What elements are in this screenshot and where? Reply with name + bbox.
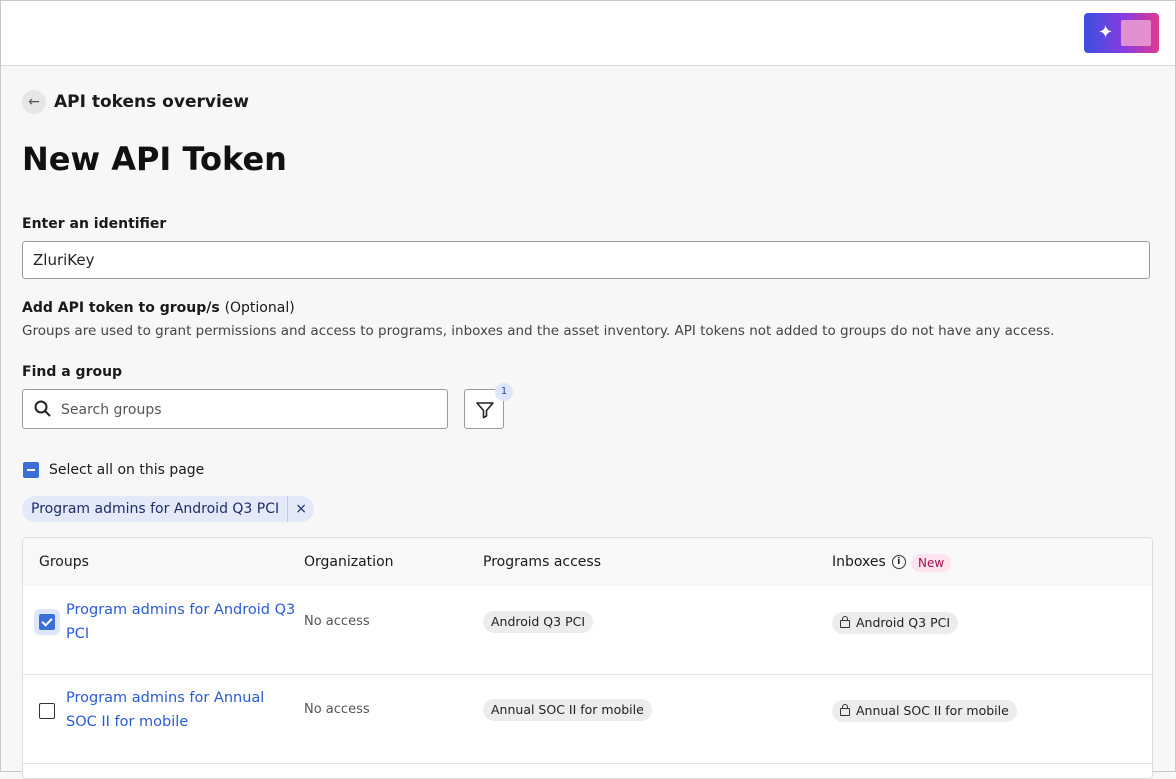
group-search-box[interactable] [22,389,448,429]
table-row: Program admins for Android Q3 PCI No acc… [23,586,1152,675]
groups-section-title: Add API token to group/s [22,300,220,316]
row-checkbox[interactable] [39,614,55,630]
identifier-label: Enter an identifier [22,216,167,232]
breadcrumb[interactable]: API tokens overview [54,92,249,112]
organization-access: No access [304,702,370,717]
col-groups: Groups [39,554,89,570]
ai-assistant-button[interactable]: ✦ [1084,13,1159,53]
identifier-input[interactable] [22,241,1150,279]
select-all-checkbox[interactable] [23,462,39,478]
chip-remove-icon[interactable]: × [288,496,314,522]
group-link[interactable]: Program admins for Annual SOC II for mob… [66,686,296,734]
inbox-pill: Android Q3 PCI [832,612,959,634]
col-inboxes: Inboxes i [832,554,906,570]
selected-group-chip: Program admins for Android Q3 PCI × [22,496,315,522]
lock-icon [840,704,850,716]
sparkles-icon: ✦ [1098,22,1114,43]
inbox-pill-label: Annual SOC II for mobile [856,703,1009,718]
program-pill: Android Q3 PCI [483,611,594,633]
search-groups-input[interactable] [59,391,443,429]
table-header: Groups Organization Programs access Inbo… [23,538,1152,586]
col-inboxes-label: Inboxes [832,554,886,570]
back-arrow-icon[interactable]: ← [22,90,46,114]
filter-count-badge: 1 [495,383,513,401]
col-organization: Organization [304,554,394,570]
col-programs-access: Programs access [483,554,601,570]
search-icon [34,400,51,417]
table-row: Program admins for Annual SOC II for mob… [23,675,1152,764]
find-group-label: Find a group [22,364,123,380]
filter-icon [476,402,494,419]
redacted-area [1121,20,1151,46]
groups-help-text: Groups are used to grant permissions and… [22,323,1055,339]
group-link[interactable]: Program admins for Android Q3 PCI [66,598,296,646]
row-checkbox[interactable] [39,703,55,719]
new-badge: New [911,554,952,572]
lock-icon [840,616,850,628]
groups-table: Groups Organization Programs access Inbo… [22,537,1153,779]
top-bar: ✦ [1,1,1175,66]
inbox-pill-label: Android Q3 PCI [856,615,951,630]
chip-label: Program admins for Android Q3 PCI [22,496,289,522]
program-pill: Annual SOC II for mobile [483,699,652,721]
groups-section-label: Add API token to group/s (Optional) [22,300,295,316]
page-title: New API Token [22,140,287,178]
select-all-label[interactable]: Select all on this page [49,462,204,478]
optional-label: (Optional) [224,300,295,316]
inbox-pill: Annual SOC II for mobile [832,700,1017,722]
info-icon[interactable]: i [891,555,906,569]
organization-access: No access [304,614,370,629]
